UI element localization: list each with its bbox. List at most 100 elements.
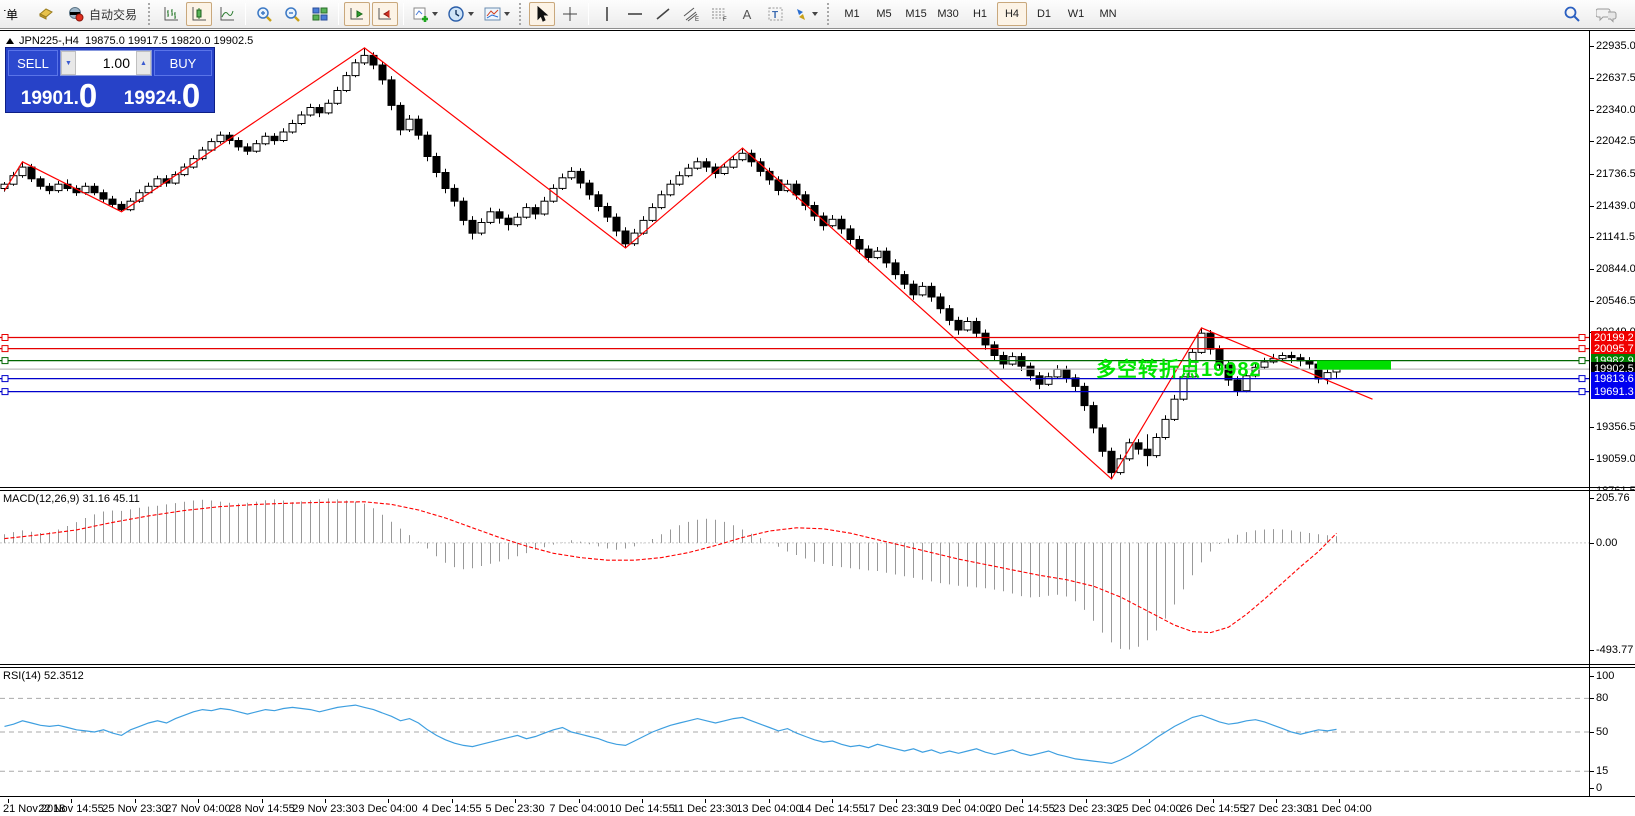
search-icon bbox=[1563, 5, 1581, 23]
time-axis-label: 29 Nov 23:30 bbox=[292, 803, 357, 815]
chart-title: JPN225-,H4 19875.0 19917.5 19820.0 19902… bbox=[6, 35, 253, 47]
time-axis-label: 19 Dec 04:00 bbox=[926, 803, 991, 815]
chart-shift-icon bbox=[377, 6, 393, 22]
candlestick-chart[interactable] bbox=[0, 31, 1589, 487]
line-chart-button[interactable] bbox=[214, 2, 240, 26]
horizontal-line-button[interactable] bbox=[622, 2, 648, 26]
toolbar-separator bbox=[338, 3, 339, 25]
new-order-button[interactable]: 订单 bbox=[4, 6, 32, 23]
buy-price[interactable]: 19924.0 bbox=[112, 77, 212, 113]
timeframe-m5-button[interactable]: M5 bbox=[869, 2, 899, 26]
autotrading-button[interactable]: 自动交易 bbox=[61, 2, 143, 26]
dropdown-caret-icon bbox=[432, 12, 438, 16]
toolbar-grip[interactable] bbox=[519, 3, 522, 25]
buy-price-big: 0 bbox=[182, 79, 200, 112]
collapse-triangle-icon[interactable] bbox=[6, 38, 14, 44]
text-icon: A bbox=[743, 7, 752, 22]
sell-button[interactable]: SELL bbox=[8, 50, 58, 76]
price-axis-label: 19059.0 bbox=[1596, 453, 1635, 465]
timeframe-d1-button[interactable]: D1 bbox=[1029, 2, 1059, 26]
chart-shift-button[interactable] bbox=[372, 2, 398, 26]
dropdown-caret-icon bbox=[812, 12, 818, 16]
auto-scroll-button[interactable] bbox=[344, 2, 370, 26]
cursor-icon bbox=[535, 6, 549, 22]
svg-text:E: E bbox=[695, 17, 699, 22]
toolbar-separator bbox=[588, 3, 589, 25]
time-axis-label: 10 Dec 14:55 bbox=[609, 803, 674, 815]
timeframe-mn-button[interactable]: MN bbox=[1093, 2, 1123, 26]
chat-button[interactable] bbox=[1594, 2, 1620, 26]
crosshair-icon bbox=[562, 6, 578, 22]
time-axis-label: 17 Dec 23:30 bbox=[863, 803, 928, 815]
journal-button[interactable] bbox=[33, 2, 59, 26]
ohlc-values-label: 19875.0 19917.5 19820.0 19902.5 bbox=[85, 35, 253, 47]
text-button[interactable]: A bbox=[734, 2, 760, 26]
cursor-button[interactable] bbox=[529, 2, 555, 26]
zoom-in-button[interactable] bbox=[251, 2, 277, 26]
timeframe-h4-button[interactable]: H4 bbox=[997, 2, 1027, 26]
time-axis-label: 28 Nov 14:55 bbox=[229, 803, 294, 815]
price-axis-label: 20546.5 bbox=[1596, 295, 1635, 307]
bar-chart-button[interactable] bbox=[158, 2, 184, 26]
trendline-button[interactable] bbox=[650, 2, 676, 26]
templates-button[interactable] bbox=[480, 2, 514, 26]
buy-price-main: 19924. bbox=[124, 86, 182, 112]
volume-value[interactable]: 1.00 bbox=[76, 51, 136, 75]
zoom-out-button[interactable] bbox=[279, 2, 305, 26]
tile-windows-button[interactable] bbox=[307, 2, 333, 26]
crosshair-button[interactable] bbox=[557, 2, 583, 26]
buy-button[interactable]: BUY bbox=[154, 50, 212, 76]
time-axis[interactable]: 21 Nov 201822 Nov 14:5525 Nov 23:3027 No… bbox=[0, 799, 1635, 816]
pivot-annotation-text[interactable]: 多空转折点19982 bbox=[1096, 353, 1262, 382]
macd-panel[interactable]: MACD(12,26,9) 31.16 45.11 205.760.00-493… bbox=[0, 490, 1635, 665]
equidistant-channel-icon: E bbox=[683, 6, 700, 22]
time-axis-label: 7 Dec 04:00 bbox=[549, 803, 608, 815]
price-axis-label: 22935.0 bbox=[1596, 40, 1635, 52]
macd-label: MACD(12,26,9) 31.16 45.11 bbox=[3, 493, 140, 505]
time-axis-label: 25 Nov 23:30 bbox=[102, 803, 167, 815]
rsi-panel[interactable]: RSI(14) 52.3512 1008050150 bbox=[0, 667, 1635, 797]
fibonacci-button[interactable]: F bbox=[706, 2, 732, 26]
timeframe-h1-button[interactable]: H1 bbox=[965, 2, 995, 26]
symbol-period-label: JPN225-,H4 bbox=[19, 35, 79, 47]
timeframe-m1-button[interactable]: M1 bbox=[837, 2, 867, 26]
arrows-icon bbox=[794, 7, 809, 22]
time-axis-label: 25 Dec 04:00 bbox=[1116, 803, 1181, 815]
price-axis-label: 21736.5 bbox=[1596, 168, 1635, 180]
toolbar-grip[interactable] bbox=[827, 3, 830, 25]
main-chart-panel[interactable]: JPN225-,H4 19875.0 19917.5 19820.0 19902… bbox=[0, 30, 1635, 488]
rsi-axis-label: 80 bbox=[1596, 692, 1635, 704]
svg-text:T: T bbox=[772, 10, 778, 21]
bar-chart-icon bbox=[163, 6, 179, 22]
time-axis-label: 23 Dec 23:30 bbox=[1053, 803, 1118, 815]
vertical-line-button[interactable] bbox=[594, 2, 620, 26]
price-axis-label: 21141.5 bbox=[1596, 231, 1635, 243]
autotrading-label: 自动交易 bbox=[89, 6, 137, 23]
arrows-button[interactable] bbox=[790, 2, 822, 26]
rsi-axis-label: 0 bbox=[1596, 782, 1635, 794]
time-axis-label: 11 Dec 23:30 bbox=[673, 803, 738, 815]
macd-chart bbox=[0, 491, 1589, 664]
equidistant-channel-button[interactable]: E bbox=[678, 2, 704, 26]
timeframe-m30-button[interactable]: M30 bbox=[933, 2, 963, 26]
toolbar-separator bbox=[245, 3, 246, 25]
timeframe-w1-button[interactable]: W1 bbox=[1061, 2, 1091, 26]
volume-increase-button[interactable]: ▲ bbox=[136, 51, 151, 75]
rsi-axis-label: 15 bbox=[1596, 765, 1635, 777]
volume-decrease-button[interactable]: ▼ bbox=[61, 51, 76, 75]
indicators-button[interactable] bbox=[409, 2, 442, 26]
templates-icon bbox=[484, 7, 501, 22]
toolbar-grip[interactable] bbox=[148, 3, 151, 25]
toolbar-right bbox=[1558, 2, 1621, 26]
price-axis-label: 21439.0 bbox=[1596, 200, 1635, 212]
periods-button[interactable] bbox=[444, 2, 478, 26]
price-tag: 19813.6 bbox=[1591, 372, 1635, 386]
timeframe-m15-button[interactable]: M15 bbox=[901, 2, 931, 26]
sell-price[interactable]: 19901.0 bbox=[8, 77, 110, 113]
price-axis-label: 22637.5 bbox=[1596, 72, 1635, 84]
candlestick-button[interactable] bbox=[186, 2, 212, 26]
mt4-window: { "toolbar": { "orders_label": "订单", "au… bbox=[0, 0, 1635, 816]
svg-text:F: F bbox=[723, 17, 727, 22]
search-button[interactable] bbox=[1559, 2, 1585, 26]
text-label-button[interactable]: T bbox=[762, 2, 788, 26]
